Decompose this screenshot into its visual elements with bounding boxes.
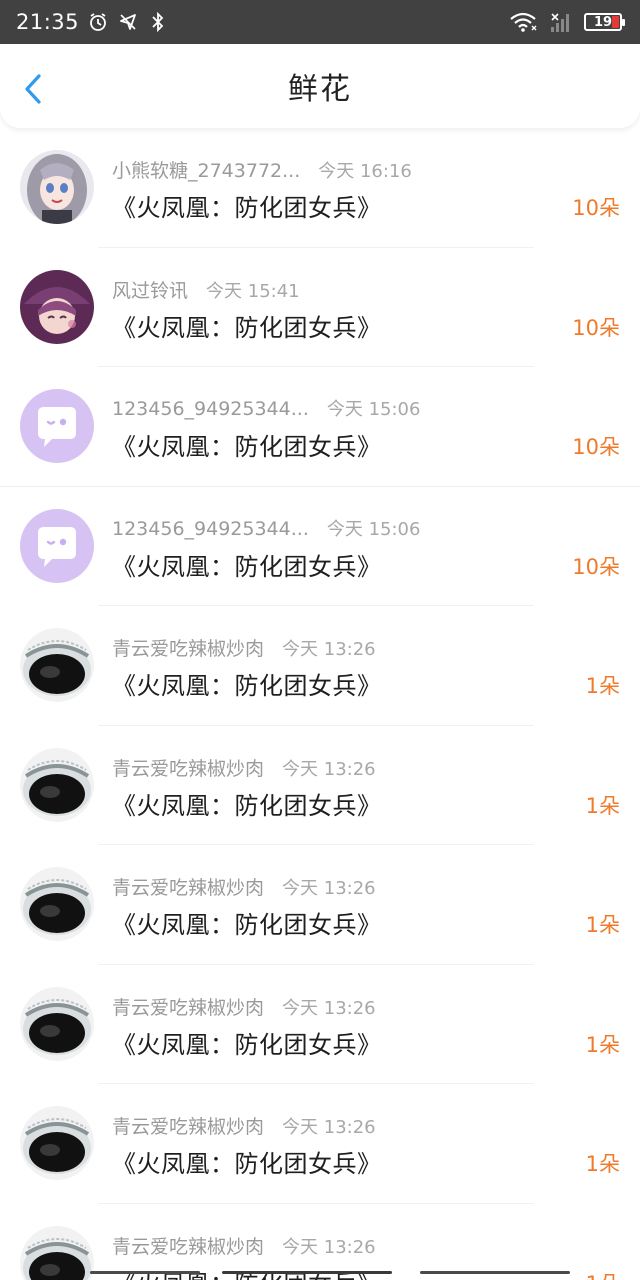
status-left: 21:35 [16,10,169,34]
list-item[interactable]: 123456_94925344... 今天 15:06 《火凤凰：防化团女兵》 10朵 [0,487,640,606]
timestamp: 今天 13:26 [282,639,376,660]
list-item[interactable]: 青云爱吃辣椒炒肉今天 13:26 《火凤凰：防化团女兵》 1朵 [0,726,640,845]
timestamp: 今天 15:06 [326,518,421,540]
list-item[interactable]: 青云爱吃辣椒炒肉今天 13:26 《火凤凰：防化团女兵》 1朵 [0,845,640,965]
avatar[interactable] [20,508,94,583]
row-meta: 青云爱吃辣椒炒肉 今天 13:26 [112,873,376,900]
row-meta: 小熊软糖_2743772... 今天 16:16 [112,156,412,183]
book-title: 《火凤凰：防化团女兵》 [112,791,382,820]
user-name[interactable]: 青云爱吃辣椒炒肉 [112,754,264,781]
avatar[interactable] [20,1106,94,1180]
timestamp: 今天 13:26 [282,1117,376,1138]
user-name[interactable]: 青云爱吃辣椒炒肉 [112,1232,264,1259]
scroll-indicator-right [420,1271,570,1274]
user-name[interactable]: 风过铃讯 [112,276,188,303]
flower-count: 1朵 [585,1032,620,1057]
book-title: 《火凤凰：防化团女兵》 [112,911,382,939]
user-name[interactable]: 123456_94925344... [112,398,309,420]
flower-count: 10朵 [572,315,620,340]
alarm-icon [87,11,109,33]
flower-count: 10朵 [572,554,620,579]
list-item[interactable]: 青云爱吃辣椒炒肉今天 13:26《火凤凰：防化团女兵》1朵 [0,1204,640,1280]
list-item[interactable]: 小熊软糖_2743772... 今天 16:16 《火凤凰：防化团女兵》 10朵 [0,128,640,248]
book-title: 《火凤凰：防化团女兵》 [112,1030,382,1059]
row-meta: 青云爱吃辣椒炒肉 今天 13:26 [112,634,376,661]
row-meta: 青云爱吃辣椒炒肉 今天 13:26 [112,1112,376,1139]
avatar[interactable] [20,269,94,344]
user-name[interactable]: 123456_94925344... [112,518,309,540]
back-button[interactable] [18,72,48,106]
bluetooth-icon [147,11,169,33]
avatar[interactable] [20,867,94,941]
chevron-left-icon [25,74,41,104]
list-item[interactable]: 风过铃讯 今天 15:41 《火凤凰：防化团女兵》 10朵 [0,248,640,367]
row-meta: 青云爱吃辣椒炒肉 今天 13:26 [112,754,376,781]
user-name[interactable]: 小熊软糖_2743772... [112,156,300,183]
battery-level [612,16,619,28]
signal-icon [548,11,574,33]
flower-count: 1朵 [585,1152,620,1176]
page-title: 鲜花 [288,72,352,107]
book-title: 《火凤凰：防化团女兵》 [112,552,382,581]
flower-count: 10朵 [572,196,620,220]
location-off-icon [117,11,139,33]
row-meta: 青云爱吃辣椒炒肉 今天 13:26 [112,993,376,1020]
book-title: 《火凤凰：防化团女兵》 [112,313,382,342]
status-time: 21:35 [16,10,80,34]
timestamp: 今天 15:41 [206,280,300,302]
status-bar: 21:35 19 [0,0,640,44]
timestamp: 今天 15:06 [326,399,421,420]
header: 鲜花 [0,44,640,128]
avatar[interactable] [20,1225,94,1280]
avatar[interactable] [20,389,94,463]
row-meta: 风过铃讯 今天 15:41 [112,276,300,303]
user-name[interactable]: 青云爱吃辣椒炒肉 [112,1112,264,1139]
flower-count: 1朵 [585,674,620,698]
book-title: 《火凤凰：防化团女兵》 [112,672,382,700]
scroll-indicator-left [90,1271,200,1274]
list-item[interactable]: 123456_94925344... 今天 15:06 《火凤凰：防化团女兵》 10朵 [0,367,640,487]
battery-text: 19 [593,14,613,30]
avatar[interactable] [20,747,94,822]
status-right: 19 [508,11,625,33]
book-title: 《火凤凰：防化团女兵》 [112,1150,382,1178]
scroll-indicator-middle [222,1271,392,1274]
book-title: 《火凤凰：防化团女兵》 [112,194,382,222]
list-item[interactable]: 青云爱吃辣椒炒肉今天 13:26 《火凤凰：防化团女兵》 1朵 [0,606,640,726]
avatar[interactable] [20,986,94,1061]
battery-icon: 19 [584,13,625,31]
row-meta: 青云爱吃辣椒炒肉 今天 13:26 [112,1232,376,1259]
timestamp: 今天 13:26 [282,997,376,1019]
avatar[interactable] [20,628,94,702]
timestamp: 今天 13:26 [282,878,376,899]
wifi-icon [508,11,538,33]
user-name[interactable]: 青云爱吃辣椒炒肉 [112,993,264,1020]
flower-count: 1朵 [585,793,620,818]
user-name[interactable]: 青云爱吃辣椒炒肉 [112,873,264,900]
flower-list: 小熊软糖_2743772... 今天 16:16 《火凤凰：防化团女兵》 10朵 风过铃… [0,128,640,1280]
flower-count: 10朵 [572,435,620,459]
user-name[interactable]: 青云爱吃辣椒炒肉 [112,634,264,661]
timestamp: 今天 13:26 [282,758,376,780]
flower-count: 1朵 [586,1268,620,1280]
avatar[interactable] [20,150,94,224]
book-title: 《火凤凰：防化团女兵》 [112,433,382,461]
flower-count: 1朵 [585,913,620,937]
list-item[interactable]: 青云爱吃辣椒炒肉今天 13:26 《火凤凰：防化团女兵》 1朵 [0,1084,640,1204]
timestamp: 今天 16:16 [318,161,412,182]
timestamp: 今天 13:26 [282,1236,376,1258]
list-item[interactable]: 青云爱吃辣椒炒肉今天 13:26 《火凤凰：防化团女兵》 1朵 [0,965,640,1084]
row-meta: 123456_94925344... 今天 15:06 [112,515,420,541]
row-meta: 123456_94925344... 今天 15:06 [112,395,420,421]
